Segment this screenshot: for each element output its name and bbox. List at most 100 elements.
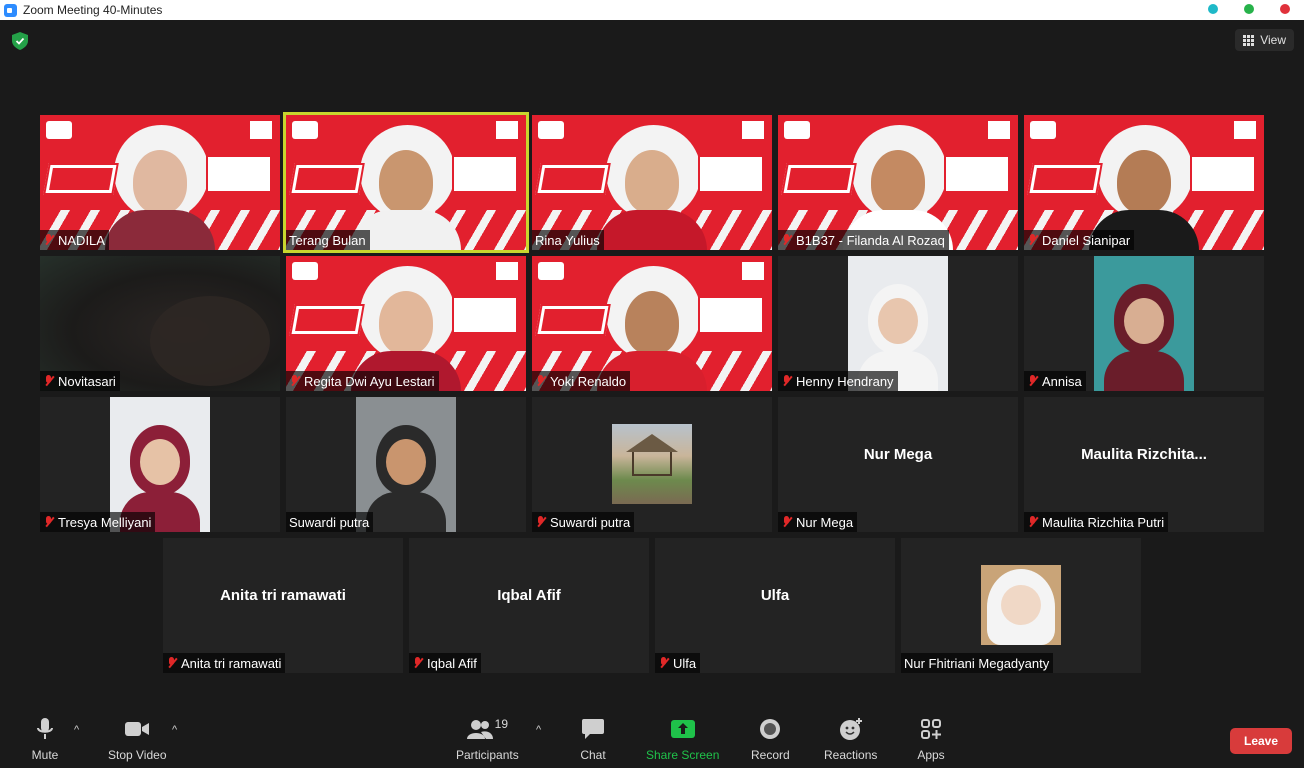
participant-tile[interactable]: Iqbal Afif Iqbal Afif bbox=[409, 538, 649, 673]
participant-tile[interactable]: Novitasari bbox=[40, 256, 280, 391]
muted-mic-icon bbox=[658, 657, 670, 669]
participant-video bbox=[150, 296, 270, 386]
audio-options-caret[interactable]: ^ bbox=[74, 724, 79, 736]
participant-name: Regita Dwi Ayu Lestari bbox=[304, 373, 435, 389]
grid-view-icon bbox=[1243, 34, 1255, 46]
participant-name-tag: Maulita Rizchita Putri bbox=[1024, 512, 1169, 532]
chat-icon bbox=[582, 719, 604, 739]
muted-mic-icon bbox=[166, 657, 178, 669]
video-options-caret[interactable]: ^ bbox=[172, 724, 177, 736]
participant-tile[interactable]: Suwardi putra bbox=[532, 397, 772, 532]
participant-name: Suwardi putra bbox=[289, 514, 370, 530]
record-button[interactable]: Record bbox=[751, 716, 790, 762]
profile-picture bbox=[981, 565, 1061, 645]
reactions-button[interactable]: Reactions bbox=[824, 716, 877, 762]
muted-mic-icon bbox=[412, 657, 424, 669]
microphone-icon bbox=[37, 718, 53, 739]
stop-video-button[interactable]: Stop Video bbox=[108, 716, 167, 762]
participants-label: Participants bbox=[456, 748, 519, 762]
chat-button[interactable]: Chat bbox=[578, 716, 608, 762]
meeting-stage: View NADILA Terang Bulan Rina Yulius B1B37 … bbox=[0, 20, 1304, 710]
participant-name: Anita tri ramawati bbox=[181, 655, 282, 671]
security-shield-icon[interactable] bbox=[12, 32, 28, 50]
participant-tile[interactable]: Rina Yulius bbox=[532, 115, 772, 250]
participant-tile[interactable]: Yoki Renaldo bbox=[532, 256, 772, 391]
participant-display-name: Maulita Rizchita... bbox=[1081, 446, 1207, 463]
participant-name-tag: Nur Fhitriani Megadyanty bbox=[901, 653, 1054, 673]
participant-name-tag: Suwardi putra bbox=[286, 512, 374, 532]
apps-label: Apps bbox=[917, 748, 945, 762]
mute-button[interactable]: Mute bbox=[30, 716, 60, 762]
window-controls bbox=[1208, 4, 1290, 14]
participant-name-tag: Henny Hendrany bbox=[778, 371, 898, 391]
participant-name: NADILA bbox=[58, 232, 105, 248]
participant-name: Nur Fhitriani Megadyanty bbox=[904, 655, 1050, 671]
view-label: View bbox=[1260, 33, 1286, 47]
stop-video-label: Stop Video bbox=[108, 748, 167, 762]
participant-tile[interactable]: Nur Fhitriani Megadyanty bbox=[901, 538, 1141, 673]
muted-mic-icon bbox=[43, 375, 55, 387]
participant-name-tag: Regita Dwi Ayu Lestari bbox=[286, 371, 439, 391]
muted-mic-icon bbox=[289, 375, 301, 387]
participant-tile[interactable]: Terang Bulan bbox=[283, 112, 529, 253]
share-screen-icon bbox=[670, 720, 695, 738]
view-button[interactable]: View bbox=[1235, 29, 1294, 51]
title-bar: Zoom Meeting 40-Minutes bbox=[0, 0, 1304, 20]
apps-button[interactable]: Apps bbox=[916, 716, 946, 762]
participant-tile[interactable]: B1B37 - Filanda Al Rozaq bbox=[778, 115, 1018, 250]
participant-display-name: Nur Mega bbox=[863, 446, 933, 463]
participant-name-tag: NADILA bbox=[40, 230, 109, 250]
minimize-dot[interactable] bbox=[1208, 4, 1218, 14]
maximize-dot[interactable] bbox=[1244, 4, 1254, 14]
participant-count: 19 bbox=[494, 717, 509, 731]
leave-button[interactable]: Leave bbox=[1230, 728, 1292, 754]
participant-tile[interactable]: Annisa bbox=[1024, 256, 1264, 391]
participant-name: Henny Hendrany bbox=[796, 373, 894, 389]
participant-name: Tresya Melliyani bbox=[58, 514, 152, 530]
participant-tile[interactable]: Ulfa Ulfa bbox=[655, 538, 895, 673]
chat-label: Chat bbox=[580, 748, 606, 762]
participant-name-tag: Daniel Sianipar bbox=[1024, 230, 1135, 250]
participant-name-tag: Rina Yulius bbox=[532, 230, 604, 250]
participant-name-tag: Nur Mega bbox=[778, 512, 858, 532]
muted-mic-icon bbox=[781, 375, 793, 387]
reactions-label: Reactions bbox=[824, 748, 878, 762]
participants-button[interactable]: 19 Participants bbox=[456, 716, 519, 762]
participants-icon bbox=[466, 720, 493, 739]
muted-mic-icon bbox=[535, 375, 547, 387]
participant-tile[interactable]: Suwardi putra bbox=[286, 397, 526, 532]
window-title: Zoom Meeting 40-Minutes bbox=[23, 3, 163, 17]
participant-name-tag: Tresya Melliyani bbox=[40, 512, 156, 532]
participant-tile[interactable]: NADILA bbox=[40, 115, 280, 250]
participant-name: Terang Bulan bbox=[289, 232, 366, 248]
muted-mic-icon bbox=[1027, 375, 1039, 387]
participant-name-tag: Ulfa bbox=[655, 653, 701, 673]
participant-tile[interactable]: Daniel Sianipar bbox=[1024, 115, 1264, 250]
muted-mic-icon bbox=[43, 234, 55, 246]
participant-name: Rina Yulius bbox=[535, 232, 600, 248]
share-screen-button[interactable]: Share Screen bbox=[646, 716, 719, 762]
participant-name: Nur Mega bbox=[796, 514, 854, 530]
participant-tile[interactable]: Regita Dwi Ayu Lestari bbox=[286, 256, 526, 391]
participant-tile[interactable]: Nur Mega Nur Mega bbox=[778, 397, 1018, 532]
participant-name: Maulita Rizchita Putri bbox=[1042, 514, 1165, 530]
mute-label: Mute bbox=[31, 748, 59, 762]
muted-mic-icon bbox=[1027, 234, 1039, 246]
participant-name-tag: Terang Bulan bbox=[286, 230, 370, 250]
participant-name-tag: B1B37 - Filanda Al Rozaq bbox=[778, 230, 949, 250]
participant-name-tag: Iqbal Afif bbox=[409, 653, 481, 673]
participant-tile[interactable]: Tresya Melliyani bbox=[40, 397, 280, 532]
participant-tile[interactable]: Maulita Rizchita... Maulita Rizchita Putr… bbox=[1024, 397, 1264, 532]
video-camera-icon bbox=[125, 722, 150, 736]
close-dot[interactable] bbox=[1280, 4, 1290, 14]
participant-name: Novitasari bbox=[58, 373, 116, 389]
participant-tile[interactable]: Anita tri ramawati Anita tri ramawati bbox=[163, 538, 403, 673]
muted-mic-icon bbox=[781, 516, 793, 528]
participant-name: Annisa bbox=[1042, 373, 1082, 389]
profile-picture bbox=[612, 424, 692, 504]
share-screen-label: Share Screen bbox=[646, 748, 720, 762]
participant-tile[interactable]: Henny Hendrany bbox=[778, 256, 1018, 391]
participant-name: Yoki Renaldo bbox=[550, 373, 627, 389]
participant-name-tag: Anita tri ramawati bbox=[163, 653, 286, 673]
participants-options-caret[interactable]: ^ bbox=[536, 724, 541, 736]
